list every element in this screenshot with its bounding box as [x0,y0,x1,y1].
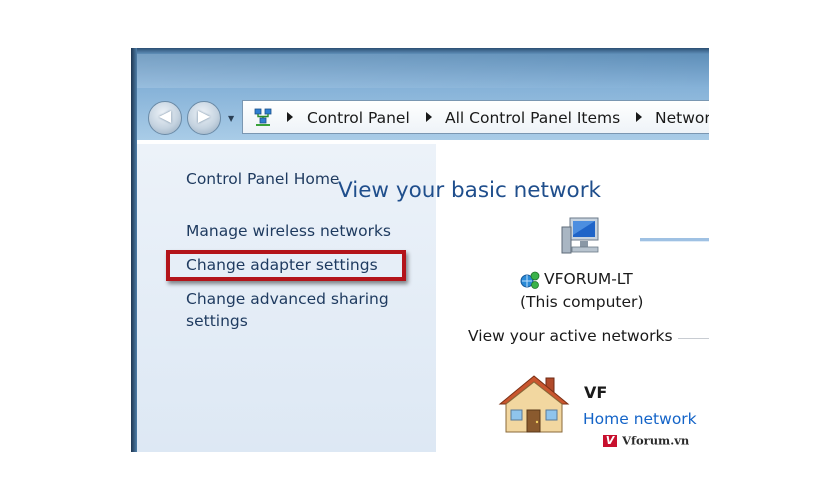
forward-arrow-icon: ▶ [197,106,211,125]
recent-pages-dropdown[interactable]: ▼ [228,114,234,123]
highlight-annotation [166,250,406,281]
network-name: VF [584,383,608,402]
back-arrow-icon: ◀ [158,106,172,125]
watermark-text: Vforum.vn [622,433,690,448]
active-networks-title: View your active networks [468,327,673,345]
address-bar[interactable]: Control Panel All Control Panel Items Ne… [242,100,709,134]
breadcrumb-control-panel[interactable]: Control Panel [307,109,410,127]
forward-button[interactable]: ▶ [187,101,221,135]
network-type-link[interactable]: Home network [583,410,697,428]
sidebar-link-home[interactable]: Control Panel Home [186,168,339,190]
computer-name: VFORUM-LT [544,270,633,288]
network-icon [254,108,272,126]
watermark: V Vforum.vn [603,430,689,448]
breadcrumb-all-items[interactable]: All Control Panel Items [445,109,620,127]
network-map-connector [640,238,709,242]
sidebar-link-manage-wireless[interactable]: Manage wireless networks [186,220,391,242]
back-button[interactable]: ◀ [148,101,182,135]
page-title: View your basic network [338,178,601,203]
house-icon [498,375,570,433]
breadcrumb-separator-icon [636,112,642,122]
breadcrumb-separator-icon [287,112,293,122]
sidebar-link-advanced-sharing-cont[interactable]: settings [186,310,248,332]
section-divider [678,338,709,339]
sidebar-link-advanced-sharing[interactable]: Change advanced sharing [186,288,389,310]
watermark-logo: V [603,434,617,447]
domain-network-icon [520,271,540,289]
computer-subtitle: (This computer) [520,293,644,311]
monitor-icon [561,217,599,254]
breadcrumb-separator-icon [426,112,432,122]
breadcrumb-network[interactable]: Network [655,109,709,127]
